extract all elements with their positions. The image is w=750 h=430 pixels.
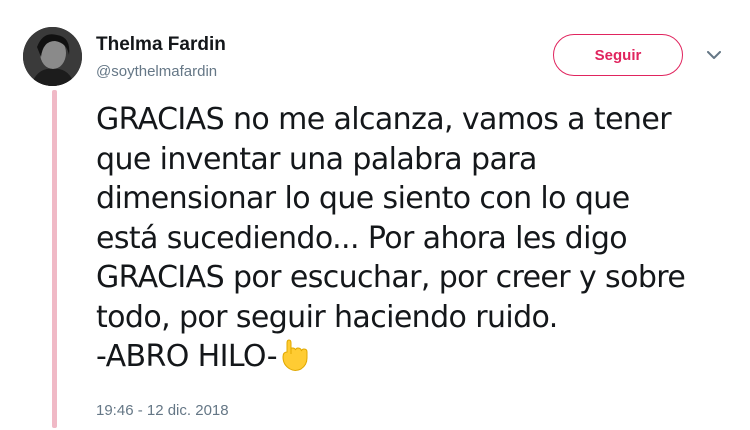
- tweet-text-line: dimensionar lo que siento con lo que: [96, 181, 630, 216]
- chevron-down-icon: [707, 47, 721, 65]
- tweet-text-line: GRACIAS por escuchar, por creer y sobre: [96, 260, 686, 295]
- tweet-card: Thelma Fardin @soythelmafardin Seguir GR…: [0, 0, 750, 430]
- display-name[interactable]: Thelma Fardin: [96, 34, 226, 56]
- tweet-text-last-line: -ABRO HILO-: [96, 339, 278, 374]
- avatar[interactable]: [23, 27, 82, 86]
- tweet-text: GRACIAS no me alcanza, vamos a tener que…: [96, 100, 736, 385]
- tweet-text-line: GRACIAS no me alcanza, vamos a tener: [96, 102, 672, 137]
- more-options-caret[interactable]: [704, 48, 724, 64]
- pointing-down-hand-icon: [281, 338, 311, 385]
- tweet-text-line: que inventar una palabra para: [96, 141, 537, 177]
- tweet-text-line: todo, por seguir haciendo ruido.: [96, 299, 558, 335]
- user-handle[interactable]: @soythelmafardin: [96, 63, 217, 80]
- tweet-text-line: está sucediendo... Por ahora les digo: [96, 220, 628, 256]
- timestamp[interactable]: 19:46 - 12 dic. 2018: [96, 402, 229, 419]
- follow-button[interactable]: Seguir: [553, 34, 683, 76]
- thread-line: [52, 90, 57, 428]
